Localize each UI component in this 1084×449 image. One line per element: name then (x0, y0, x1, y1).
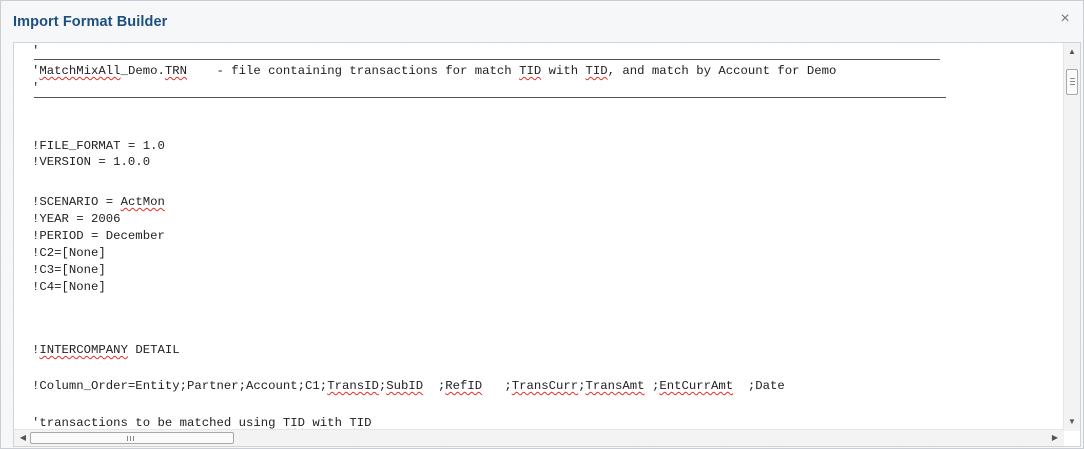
flagged-word: RefID (445, 379, 483, 393)
code-line: !C4=[None] (32, 280, 106, 294)
flagged-word: TransID (327, 379, 379, 393)
flagged-word: TRN (164, 64, 187, 78)
scroll-down-icon[interactable]: ▼ (1064, 415, 1080, 429)
vertical-scrollbar[interactable]: ▲ ▼ (1063, 43, 1080, 431)
code-line: !YEAR = 2006 (32, 212, 121, 226)
close-icon[interactable]: × (1057, 11, 1073, 27)
format-text-editor[interactable]: ' 'MatchMixAll_Demo.TRN - file containin… (13, 42, 1081, 447)
scroll-left-icon[interactable]: ◀ (16, 430, 30, 446)
flagged-word: TID (519, 64, 542, 78)
code-line: !FILE_FORMAT = 1.0 (32, 139, 165, 153)
code-line: !VERSION = 1.0.0 (32, 155, 151, 169)
flagged-word: MatchMixAll (39, 64, 121, 78)
code-line: !C3=[None] (32, 263, 106, 277)
code-line: !INTERCOMPANY DETAIL (32, 343, 180, 357)
horizontal-scroll-thumb[interactable] (30, 432, 234, 444)
flagged-word: TID (585, 64, 608, 78)
code-line: !C2=[None] (32, 246, 106, 260)
dialog-title: Import Format Builder (13, 14, 168, 30)
scroll-up-icon[interactable]: ▲ (1064, 45, 1080, 59)
scroll-right-icon[interactable]: ▶ (1048, 430, 1062, 446)
code-area[interactable]: ' 'MatchMixAll_Demo.TRN - file containin… (22, 43, 1052, 435)
code-line: !SCENARIO = ActMon (32, 195, 165, 209)
code-line: !PERIOD = December (32, 229, 165, 243)
flagged-word: ActMon (120, 195, 165, 209)
flagged-word: TID (349, 416, 372, 430)
code-line: 'MatchMixAll_Demo.TRN - file containing … (32, 64, 837, 78)
code-line: ' (32, 81, 40, 95)
flagged-word: TID (282, 416, 306, 430)
flagged-word: INTERCOMPANY (39, 343, 128, 357)
code-line: !Column_Order=Entity;Partner;Account;C1;… (32, 379, 785, 393)
flagged-word: EntCurrAmt (659, 379, 734, 393)
separator-line (34, 97, 946, 98)
flagged-word: TransCurr (511, 379, 579, 393)
flagged-word: TransAmt (585, 379, 645, 393)
flagged-word: SubID (386, 379, 424, 393)
horizontal-scrollbar[interactable]: ◀ ▶ (14, 429, 1064, 446)
import-format-builder-dialog: Import Format Builder × ' 'MatchMixAll_D… (0, 0, 1084, 449)
separator-line (34, 59, 940, 60)
vertical-scroll-thumb[interactable] (1066, 69, 1078, 95)
code-line: ' (32, 44, 40, 58)
